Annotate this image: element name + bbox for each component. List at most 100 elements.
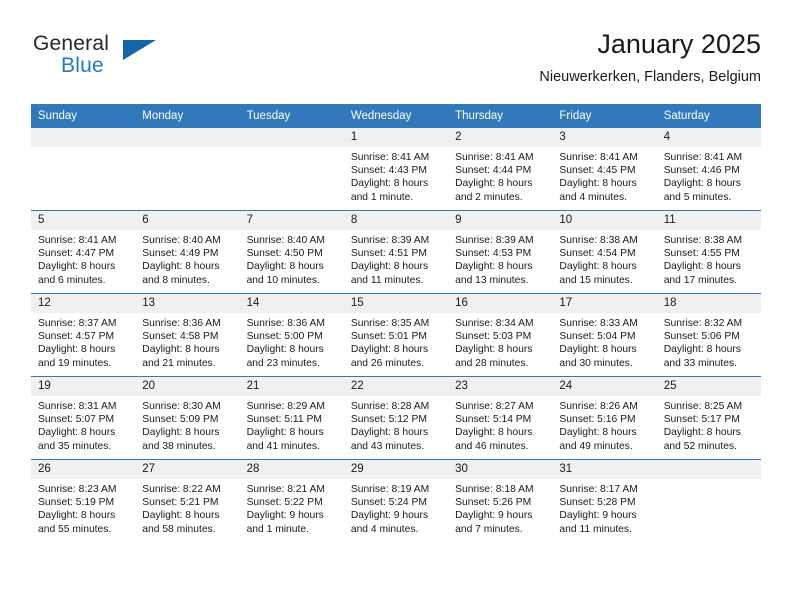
day-info: Sunrise: 8:17 AM Sunset: 5:28 PM Daylight:…: [552, 479, 656, 536]
calendar-day-cell[interactable]: 14 Sunrise: 8:36 AM Sunset: 5:00 PM Dayligh…: [239, 293, 344, 377]
day-info: Sunrise: 8:41 AM Sunset: 4:45 PM Daylight:…: [552, 147, 656, 204]
sunset-text: Sunset: 5:04 PM: [559, 331, 636, 343]
daylight-text: Daylight: 8 hours and 38 minutes.: [142, 427, 220, 452]
calendar-day-cell[interactable]: 18 Sunrise: 8:32 AM Sunset: 5:06 PM Dayligh…: [656, 293, 761, 377]
day-number: 21: [239, 377, 344, 396]
calendar-day-cell[interactable]: 11 Sunrise: 8:38 AM Sunset: 4:55 PM Dayligh…: [656, 210, 761, 294]
calendar-day-cell[interactable]: 7 Sunrise: 8:40 AM Sunset: 4:50 PM Daylight…: [239, 210, 344, 294]
weekday-header-monday: Monday: [135, 104, 240, 128]
sunset-text: Sunset: 4:54 PM: [559, 248, 636, 260]
daylight-text: Daylight: 8 hours and 6 minutes.: [38, 261, 116, 286]
day-number: 28: [239, 460, 344, 479]
sunset-text: Sunset: 4:49 PM: [142, 248, 219, 260]
title-block: January 2025 Nieuwerkerken, Flanders, Be…: [539, 28, 761, 87]
calendar-day-cell-empty: [31, 127, 136, 211]
daylight-text: Daylight: 8 hours and 21 minutes.: [142, 344, 220, 369]
day-info: Sunrise: 8:19 AM Sunset: 5:24 PM Daylight:…: [344, 479, 448, 536]
daylight-text: Daylight: 8 hours and 8 minutes.: [142, 261, 220, 286]
calendar-day-cell[interactable]: 8 Sunrise: 8:39 AM Sunset: 4:51 PM Daylight…: [343, 210, 449, 294]
sunrise-text: Sunrise: 8:31 AM: [38, 401, 117, 412]
day-info: Sunrise: 8:41 AM Sunset: 4:43 PM Daylight:…: [344, 147, 448, 204]
day-info: Sunrise: 8:40 AM Sunset: 4:50 PM Daylight:…: [240, 230, 344, 287]
sunset-text: Sunset: 5:19 PM: [38, 497, 115, 509]
day-info: Sunrise: 8:37 AM Sunset: 4:57 PM Daylight:…: [31, 313, 135, 370]
day-number: 22: [343, 377, 449, 396]
calendar-day-cell[interactable]: 23 Sunrise: 8:27 AM Sunset: 5:14 PM Dayligh…: [448, 376, 553, 460]
calendar-day-cell[interactable]: 27 Sunrise: 8:22 AM Sunset: 5:21 PM Dayligh…: [135, 459, 240, 542]
day-info: Sunrise: 8:27 AM Sunset: 5:14 PM Daylight:…: [448, 396, 552, 453]
sunrise-text: Sunrise: 8:17 AM: [559, 484, 638, 495]
sunset-text: Sunset: 5:17 PM: [663, 414, 740, 426]
calendar-day-cell[interactable]: 22 Sunrise: 8:28 AM Sunset: 5:12 PM Dayligh…: [343, 376, 449, 460]
calendar-day-cell[interactable]: 20 Sunrise: 8:30 AM Sunset: 5:09 PM Dayligh…: [135, 376, 240, 460]
calendar-day-cell[interactable]: 16 Sunrise: 8:34 AM Sunset: 5:03 PM Dayligh…: [448, 293, 553, 377]
day-number: 20: [135, 377, 240, 396]
sunset-text: Sunset: 4:46 PM: [663, 165, 740, 177]
sunset-text: Sunset: 4:55 PM: [663, 248, 740, 260]
page-title: January 2025: [597, 29, 761, 59]
sunset-text: Sunset: 5:14 PM: [455, 414, 532, 426]
calendar-day-cell[interactable]: 26 Sunrise: 8:23 AM Sunset: 5:19 PM Dayligh…: [31, 459, 136, 542]
calendar-day-cell[interactable]: 13 Sunrise: 8:36 AM Sunset: 4:58 PM Dayligh…: [135, 293, 240, 377]
day-number: 27: [135, 460, 240, 479]
calendar-day-cell[interactable]: 4 Sunrise: 8:41 AM Sunset: 4:46 PM Daylight…: [656, 127, 761, 211]
daylight-text: Daylight: 8 hours and 15 minutes.: [559, 261, 637, 286]
calendar-day-cell[interactable]: 9 Sunrise: 8:39 AM Sunset: 4:53 PM Daylight…: [448, 210, 553, 294]
daylight-text: Daylight: 8 hours and 55 minutes.: [38, 510, 116, 535]
calendar-day-cell[interactable]: 21 Sunrise: 8:29 AM Sunset: 5:11 PM Dayligh…: [239, 376, 344, 460]
day-number: 4: [656, 128, 761, 147]
calendar-day-cell[interactable]: 28 Sunrise: 8:21 AM Sunset: 5:22 PM Dayligh…: [239, 459, 344, 542]
calendar-day-cell[interactable]: 3 Sunrise: 8:41 AM Sunset: 4:45 PM Daylight…: [552, 127, 657, 211]
calendar-day-cell[interactable]: 19 Sunrise: 8:31 AM Sunset: 5:07 PM Dayligh…: [31, 376, 136, 460]
daylight-text: Daylight: 8 hours and 35 minutes.: [38, 427, 116, 452]
sunset-text: Sunset: 5:06 PM: [663, 331, 740, 343]
day-info: Sunrise: 8:30 AM Sunset: 5:09 PM Daylight:…: [135, 396, 239, 453]
day-number: 13: [135, 294, 240, 313]
sunrise-text: Sunrise: 8:41 AM: [663, 152, 743, 163]
calendar-day-cell[interactable]: 25 Sunrise: 8:25 AM Sunset: 5:17 PM Dayligh…: [656, 376, 761, 460]
calendar-day-cell[interactable]: 31 Sunrise: 8:17 AM Sunset: 5:28 PM Dayligh…: [552, 459, 657, 542]
day-info: Sunrise: 8:35 AM Sunset: 5:01 PM Daylight:…: [344, 313, 448, 370]
calendar-day-cell[interactable]: 6 Sunrise: 8:40 AM Sunset: 4:49 PM Daylight…: [135, 210, 240, 294]
sunset-text: Sunset: 4:45 PM: [559, 165, 636, 177]
calendar-day-cell[interactable]: 15 Sunrise: 8:35 AM Sunset: 5:01 PM Dayligh…: [343, 293, 449, 377]
sunset-text: Sunset: 5:00 PM: [246, 331, 323, 343]
sunset-text: Sunset: 5:09 PM: [142, 414, 219, 426]
day-number: [31, 128, 136, 147]
sunset-text: Sunset: 5:28 PM: [559, 497, 636, 509]
calendar-day-cell[interactable]: 10 Sunrise: 8:38 AM Sunset: 4:54 PM Dayligh…: [552, 210, 657, 294]
calendar-day-cell[interactable]: 1 Sunrise: 8:41 AM Sunset: 4:43 PM Daylight…: [343, 127, 449, 211]
sunrise-text: Sunrise: 8:32 AM: [663, 318, 743, 329]
day-number: 1: [343, 128, 449, 147]
day-info: Sunrise: 8:26 AM Sunset: 5:16 PM Daylight:…: [552, 396, 656, 453]
calendar-page: General Blue January 2025 Nieuwerkerken,…: [0, 0, 792, 612]
daylight-text: Daylight: 8 hours and 33 minutes.: [663, 344, 741, 369]
day-info: Sunrise: 8:38 AM Sunset: 4:55 PM Daylight:…: [657, 230, 761, 287]
calendar-day-cell[interactable]: 17 Sunrise: 8:33 AM Sunset: 5:04 PM Dayligh…: [552, 293, 657, 377]
weekday-header-friday: Friday: [552, 104, 657, 128]
sunrise-text: Sunrise: 8:39 AM: [350, 235, 430, 246]
sunrise-text: Sunrise: 8:41 AM: [38, 235, 117, 246]
calendar-day-cell[interactable]: 24 Sunrise: 8:26 AM Sunset: 5:16 PM Dayligh…: [552, 376, 657, 460]
day-info: Sunrise: 8:22 AM Sunset: 5:21 PM Daylight:…: [135, 479, 239, 536]
calendar-day-cell[interactable]: 5 Sunrise: 8:41 AM Sunset: 4:47 PM Daylight…: [31, 210, 136, 294]
sunset-text: Sunset: 5:24 PM: [350, 497, 427, 509]
calendar-day-cell[interactable]: 29 Sunrise: 8:19 AM Sunset: 5:24 PM Dayligh…: [343, 459, 449, 542]
sunrise-text: Sunrise: 8:41 AM: [350, 152, 430, 163]
day-info: Sunrise: 8:38 AM Sunset: 4:54 PM Daylight:…: [552, 230, 656, 287]
calendar-body: 1 Sunrise: 8:41 AM Sunset: 4:43 PM Daylight…: [31, 127, 761, 542]
daylight-text: Daylight: 8 hours and 1 minute.: [350, 178, 429, 203]
brand-logo[interactable]: General Blue: [31, 32, 161, 88]
daylight-text: Daylight: 8 hours and 10 minutes.: [246, 261, 324, 286]
day-number: 9: [448, 211, 553, 230]
sunrise-text: Sunrise: 8:39 AM: [455, 235, 534, 246]
calendar-day-cell[interactable]: 2 Sunrise: 8:41 AM Sunset: 4:44 PM Daylight…: [448, 127, 553, 211]
sunrise-text: Sunrise: 8:41 AM: [559, 152, 638, 163]
day-number: 10: [552, 211, 657, 230]
logo-text-general: General: [33, 32, 110, 55]
weekday-header-tuesday: Tuesday: [239, 104, 344, 128]
calendar-day-cell[interactable]: 12 Sunrise: 8:37 AM Sunset: 4:57 PM Dayligh…: [31, 293, 136, 377]
daylight-text: Daylight: 8 hours and 19 minutes.: [38, 344, 116, 369]
day-info: Sunrise: 8:41 AM Sunset: 4:46 PM Daylight:…: [657, 147, 761, 204]
calendar-day-cell[interactable]: 30 Sunrise: 8:18 AM Sunset: 5:26 PM Dayligh…: [448, 459, 553, 542]
